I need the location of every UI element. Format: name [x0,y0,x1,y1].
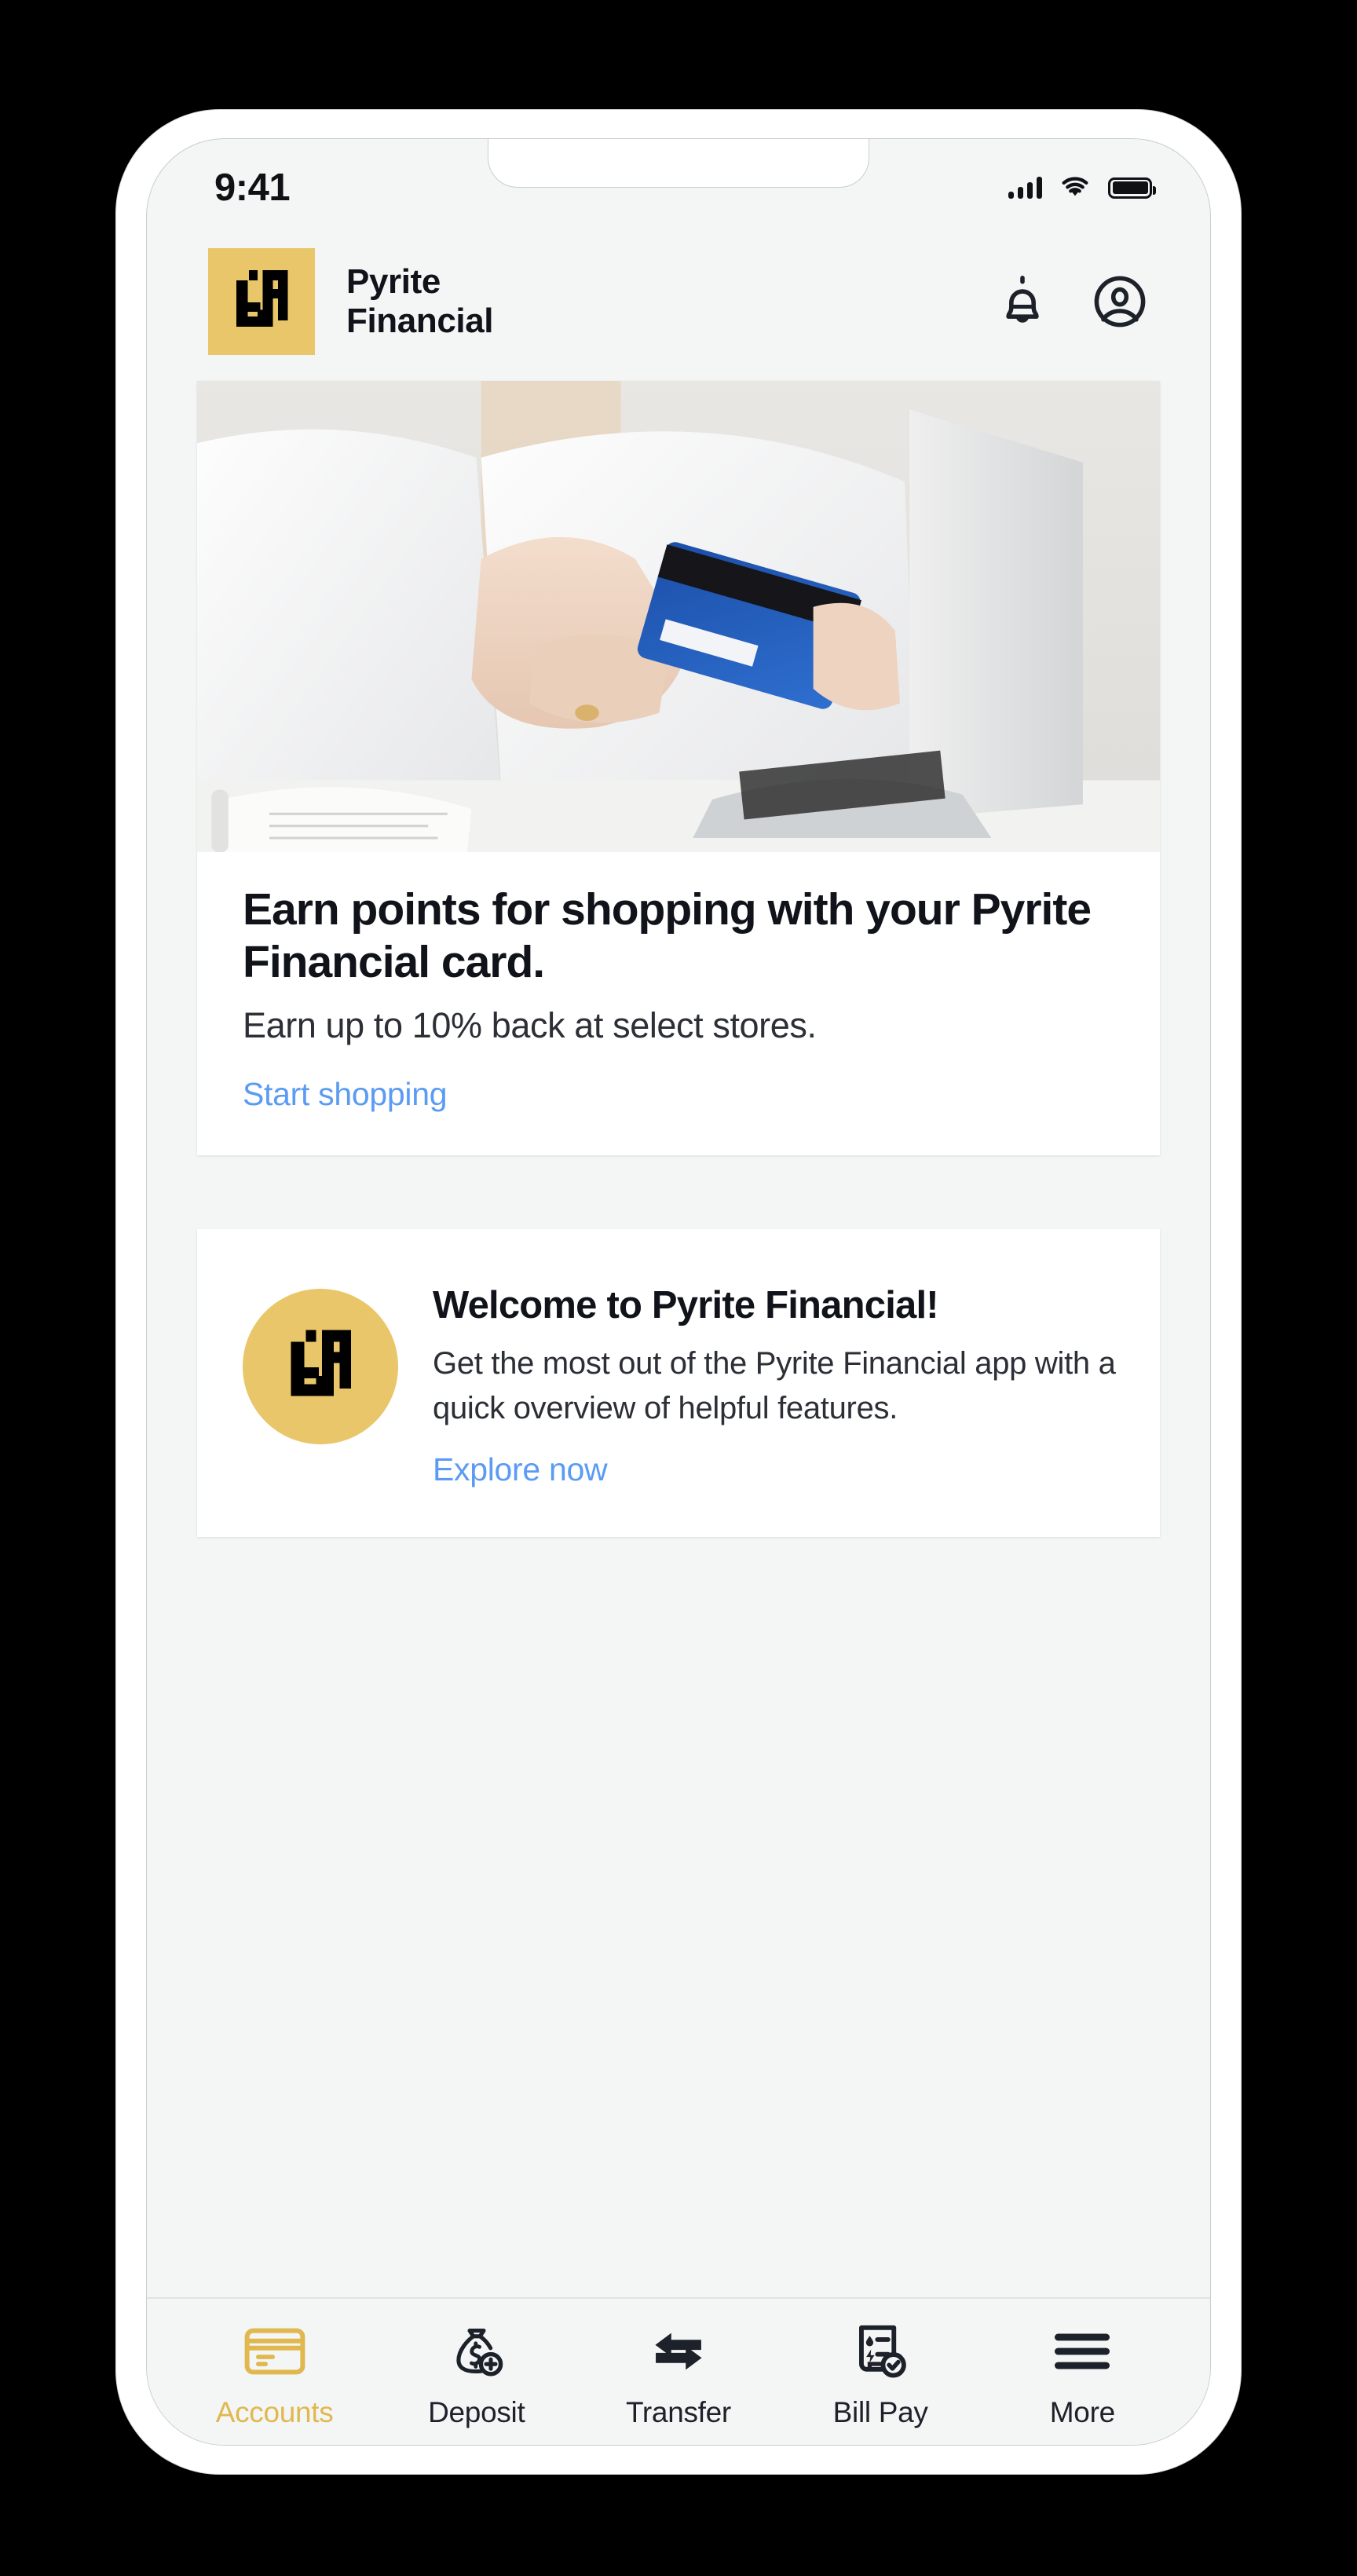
start-shopping-link[interactable]: Start shopping [243,1076,448,1113]
phone-notch [488,139,869,188]
account-circle-icon[interactable] [1091,273,1149,331]
welcome-card-avatar [243,1289,398,1445]
app-header: Pyrite Financial [147,227,1210,376]
header-actions [993,273,1149,331]
tab-accounts[interactable]: Accounts [174,2319,375,2429]
logo-glyph [236,270,288,327]
tab-transfer[interactable]: Transfer [577,2319,779,2429]
hamburger-menu-icon [1053,2319,1111,2384]
explore-now-link[interactable]: Explore now [433,1451,608,1488]
brand-name: Pyrite Financial [346,262,494,340]
promo-card-title: Earn points for shopping with your Pyrit… [243,884,1092,987]
tab-deposit[interactable]: Deposit [375,2319,577,2429]
phone-screen: 9:41 Pyrite Financial Earn points for sh… [146,138,1211,2446]
promo-card-subtitle: Earn up to 10% back at select stores. [243,1005,817,1046]
tab-bill-pay-label: Bill Pay [832,2396,928,2428]
bill-check-icon [853,2319,908,2384]
status-bar-time: 9:41 [214,166,291,209]
welcome-card-body: Get the most out of the Pyrite Financial… [433,1346,1116,1425]
shopping-photo-illustration [197,381,1160,852]
tab-deposit-label: Deposit [428,2396,525,2428]
phone-frame: 9:41 Pyrite Financial Earn points for sh… [116,110,1241,2474]
tab-transfer-label: Transfer [625,2396,731,2428]
brand: Pyrite Financial [208,248,494,355]
credit-card-icon [244,2319,305,2384]
tab-more-label: More [1049,2396,1115,2428]
wifi-icon [1062,177,1088,196]
welcome-card-text: Welcome to Pyrite Financial! Get the mos… [433,1279,1116,1487]
cellular-signal-icon [1008,177,1042,199]
pyrite-financial-logo-icon [291,1330,352,1396]
pyrite-financial-logo-icon [208,248,315,355]
status-bar-icons [1008,176,1156,199]
bottom-tab-bar: Accounts Deposit Transfer Bill Pay More [147,2297,1210,2445]
tab-accounts-label: Accounts [215,2396,334,2428]
main-content: Earn points for shopping with your Pyrit… [147,376,1210,2297]
welcome-card[interactable]: Welcome to Pyrite Financial! Get the mos… [197,1229,1160,1537]
promo-card[interactable]: Earn points for shopping with your Pyrit… [197,381,1160,1156]
tab-bill-pay[interactable]: Bill Pay [780,2319,982,2429]
screenshot-stage: 9:41 Pyrite Financial Earn points for sh… [0,0,1357,2576]
tab-more[interactable]: More [982,2319,1183,2429]
battery-icon [1108,177,1156,199]
welcome-card-title: Welcome to Pyrite Financial! [433,1284,939,1327]
money-bag-plus-icon [448,2319,505,2384]
promo-card-body: Earn points for shopping with your Pyrit… [197,852,1160,1155]
promo-card-image [197,381,1160,852]
bell-icon[interactable] [993,273,1052,331]
transfer-arrows-icon [647,2319,710,2384]
